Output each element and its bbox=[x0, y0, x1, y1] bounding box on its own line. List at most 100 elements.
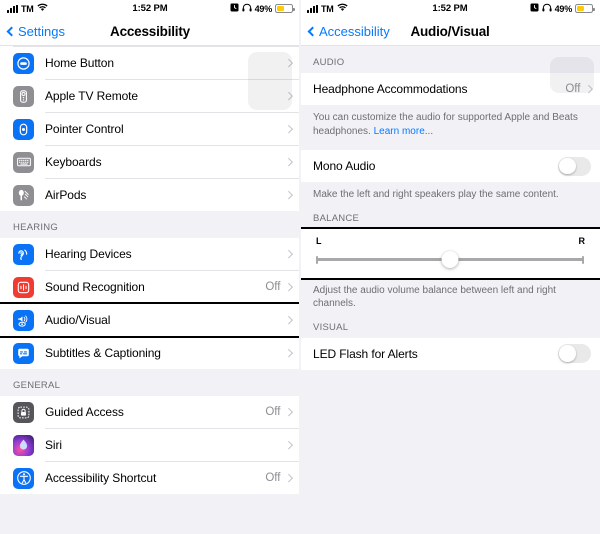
sidebar-item-label: Guided Access bbox=[45, 405, 124, 419]
row-accessory bbox=[284, 59, 301, 67]
battery-percent-label: 49% bbox=[254, 3, 273, 14]
sidebar-item-label: Siri bbox=[45, 438, 62, 452]
sidebar-item-apple-tv-remote[interactable]: Apple TV Remote bbox=[0, 80, 300, 112]
back-button-accessibility[interactable]: Accessibility bbox=[307, 24, 390, 39]
airpods-icon bbox=[13, 184, 34, 206]
chevron-right-icon bbox=[284, 250, 293, 258]
nav-bar-left: Settings Accessibility bbox=[0, 17, 300, 45]
sidebar-item-label: Audio/Visual bbox=[45, 313, 111, 327]
footnote-headphone-accommodations: You can customize the audio for supporte… bbox=[300, 105, 600, 138]
sidebar-item-guided-access[interactable]: Guided Access Off bbox=[0, 396, 300, 428]
list-group-visual: LED Flash for Alerts bbox=[300, 337, 600, 370]
alarm-icon bbox=[530, 3, 539, 15]
nav-bar-right: Accessibility Audio/Visual bbox=[300, 17, 600, 45]
list-group-general: Guided Access Off Siri Accessibility Sho… bbox=[0, 396, 300, 494]
sidebar-item-label: Keyboards bbox=[45, 155, 102, 169]
row-accessory bbox=[284, 125, 301, 133]
battery-percent-label: 49% bbox=[554, 3, 573, 14]
row-value: Off bbox=[565, 83, 581, 95]
chevron-right-icon bbox=[284, 474, 293, 482]
sidebar-item-pointer-control[interactable]: Pointer Control bbox=[0, 113, 300, 145]
row-accessory bbox=[284, 349, 301, 357]
row-headphone-accommodations[interactable]: Headphone Accommodations Off bbox=[300, 73, 600, 105]
sidebar-item-label: Subtitles & Captioning bbox=[45, 346, 161, 360]
back-button-label: Settings bbox=[18, 23, 65, 39]
row-accessory bbox=[284, 316, 301, 324]
sidebar-item-home-button[interactable]: Home Button bbox=[0, 47, 300, 79]
battery-icon bbox=[575, 4, 595, 13]
chevron-right-icon bbox=[284, 316, 293, 324]
accessibility-shortcut-icon bbox=[13, 467, 34, 489]
sidebar-item-hearing-devices[interactable]: Hearing Devices bbox=[0, 238, 300, 270]
sidebar-item-audio-visual[interactable]: Audio/Visual bbox=[0, 302, 301, 338]
balance-right-label: R bbox=[578, 235, 586, 246]
sidebar-item-label: Sound Recognition bbox=[45, 280, 145, 294]
row-accessory: Off bbox=[265, 281, 300, 293]
chevron-right-icon bbox=[284, 191, 293, 199]
row-mono-audio[interactable]: Mono Audio bbox=[300, 150, 600, 182]
chevron-right-icon bbox=[284, 125, 293, 133]
row-accessory bbox=[558, 156, 600, 176]
section-header-general: GENERAL bbox=[13, 380, 61, 391]
slider-cap-right bbox=[582, 255, 584, 264]
chevron-right-icon bbox=[284, 349, 293, 357]
panel-divider bbox=[299, 0, 301, 534]
balance-slider-card[interactable]: L R bbox=[300, 226, 600, 280]
chevron-right-icon bbox=[284, 283, 293, 291]
footnote-text: You can customize the audio for supporte… bbox=[313, 112, 578, 137]
section-header-balance: BALANCE bbox=[313, 212, 360, 224]
sidebar-item-keyboards[interactable]: Keyboards bbox=[0, 146, 300, 178]
siri-icon bbox=[13, 434, 34, 456]
headphones-icon bbox=[241, 3, 252, 15]
mono-audio-toggle[interactable] bbox=[558, 156, 591, 176]
left-panel-accessibility: TM 1:52 PM 49% Settings Accessibility Ho… bbox=[0, 0, 300, 534]
slider-cap-left bbox=[316, 255, 318, 264]
slider-thumb[interactable] bbox=[441, 251, 459, 268]
chevron-left-icon bbox=[6, 26, 17, 36]
alarm-icon bbox=[230, 3, 239, 15]
chevron-right-icon bbox=[584, 85, 593, 93]
chevron-right-icon bbox=[284, 59, 293, 67]
list-group-hearing: Hearing Devices Sound Recognition Off Au… bbox=[0, 238, 300, 369]
balance-endpoint-labels: L R bbox=[313, 236, 587, 246]
headphones-icon bbox=[541, 3, 552, 15]
led-flash-toggle[interactable] bbox=[558, 344, 591, 363]
pointer-control-icon bbox=[13, 118, 34, 140]
list-group-audio: Headphone Accommodations Off bbox=[300, 73, 600, 105]
sidebar-item-accessibility-shortcut[interactable]: Accessibility Shortcut Off bbox=[0, 462, 300, 494]
row-accessory: Off bbox=[265, 406, 300, 418]
sidebar-item-label: Accessibility Shortcut bbox=[45, 471, 157, 485]
subtitles-captioning-icon bbox=[13, 342, 34, 364]
learn-more-link[interactable]: Learn more... bbox=[374, 126, 433, 137]
list-group-physical-motor: Home Button Apple TV Remote Pointer Cont… bbox=[0, 46, 300, 211]
chevron-right-icon bbox=[284, 158, 293, 166]
chevron-right-icon bbox=[284, 408, 293, 416]
status-bar-left: TM 1:52 PM 49% bbox=[0, 0, 300, 17]
dual-screenshot-container: TM 1:52 PM 49% Settings Accessibility Ho… bbox=[0, 0, 600, 534]
balance-slider[interactable] bbox=[313, 251, 587, 268]
section-header-audio: AUDIO bbox=[313, 57, 345, 68]
row-accessory: Off bbox=[265, 472, 300, 484]
toggle-knob bbox=[559, 345, 576, 362]
row-accessory bbox=[284, 92, 301, 100]
back-button-settings[interactable]: Settings bbox=[6, 23, 65, 39]
apple-tv-remote-icon bbox=[13, 85, 34, 107]
section-header-hearing: HEARING bbox=[13, 222, 59, 233]
row-accessory: Off bbox=[565, 83, 600, 95]
battery-icon bbox=[275, 4, 295, 13]
row-label: Mono Audio bbox=[313, 159, 376, 173]
sidebar-item-siri[interactable]: Siri bbox=[0, 429, 300, 461]
sidebar-item-airpods[interactable]: AirPods bbox=[0, 179, 300, 211]
sidebar-item-subtitles-captioning[interactable]: Subtitles & Captioning bbox=[0, 337, 300, 369]
row-led-flash-for-alerts[interactable]: LED Flash for Alerts bbox=[300, 337, 600, 370]
sidebar-item-sound-recognition[interactable]: Sound Recognition Off bbox=[0, 271, 300, 303]
row-value: Off bbox=[265, 406, 281, 418]
row-accessory bbox=[284, 250, 301, 258]
row-value: Off bbox=[265, 472, 281, 484]
balance-left-label: L bbox=[316, 235, 322, 246]
sidebar-item-label: Hearing Devices bbox=[45, 247, 132, 261]
sound-recognition-icon bbox=[13, 276, 34, 298]
row-accessory bbox=[284, 441, 301, 449]
list-group-mono-audio: Mono Audio bbox=[300, 150, 600, 182]
sidebar-item-label: AirPods bbox=[45, 188, 87, 202]
